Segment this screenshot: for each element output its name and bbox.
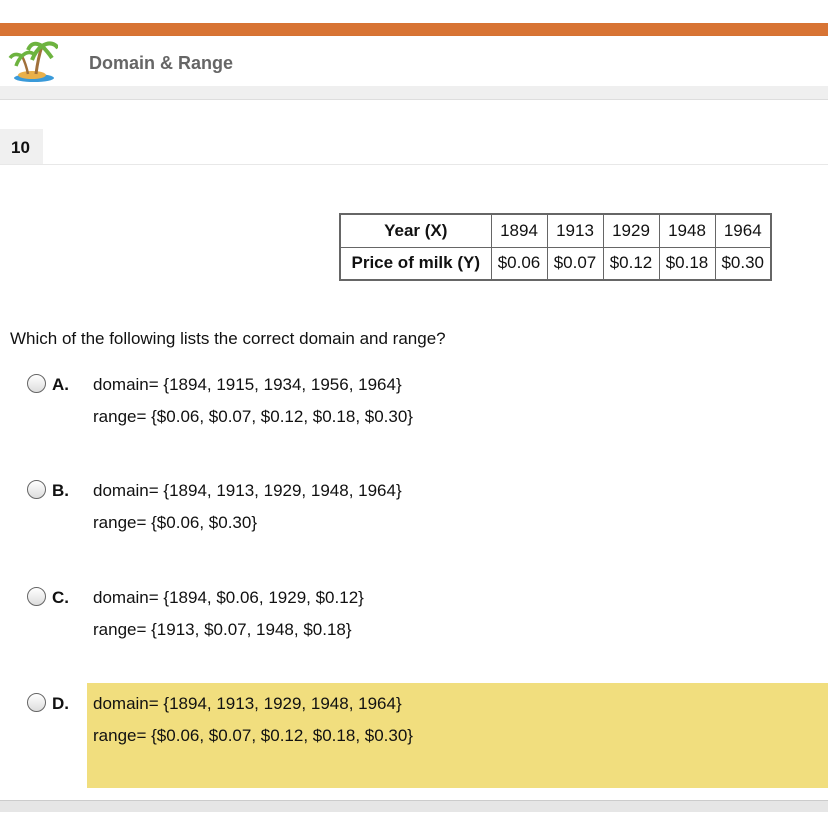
option-letter: D. — [52, 694, 69, 713]
question-number: 10 — [0, 129, 43, 164]
table-cell: 1913 — [546, 213, 604, 248]
option-letter: B. — [52, 481, 69, 500]
row-header: Price of milk (Y) — [339, 246, 492, 281]
option-range: range= {$0.06, $0.30} — [93, 513, 258, 532]
table-cell: 1929 — [602, 213, 660, 248]
option-letter: A. — [52, 375, 69, 394]
table-cell: $0.30 — [714, 246, 772, 281]
radio-button[interactable] — [27, 587, 46, 606]
option-domain: domain= {1894, 1913, 1929, 1948, 1964} — [93, 481, 402, 500]
table-cell: 1948 — [658, 213, 716, 248]
row-header: Year (X) — [339, 213, 492, 248]
table-cell: $0.18 — [658, 246, 716, 281]
footer-bar — [0, 800, 828, 812]
page-title: Domain & Range — [89, 53, 234, 73]
toolbar-strip — [0, 86, 828, 100]
option-domain: domain= {1894, $0.06, 1929, $0.12} — [93, 588, 364, 607]
data-table: Year (X) 1894 1913 1929 1948 1964 Price … — [339, 213, 772, 281]
divider — [0, 164, 828, 165]
palm-island-logo-icon — [8, 41, 58, 82]
accent-bar — [0, 23, 828, 36]
table-cell: 1894 — [490, 213, 548, 248]
radio-button[interactable] — [27, 480, 46, 499]
table-row: Price of milk (Y) $0.06 $0.07 $0.12 $0.1… — [339, 246, 772, 281]
top-margin — [0, 0, 828, 23]
option-range: range= {$0.06, $0.07, $0.12, $0.18, $0.3… — [93, 726, 413, 745]
table-cell: 1964 — [714, 213, 772, 248]
table-cell: $0.06 — [490, 246, 548, 281]
radio-button[interactable] — [27, 374, 46, 393]
question-prompt: Which of the following lists the correct… — [10, 329, 446, 348]
option-range: range= {1913, $0.07, 1948, $0.18} — [93, 620, 352, 639]
table-row: Year (X) 1894 1913 1929 1948 1964 — [339, 213, 772, 248]
table-cell: $0.07 — [546, 246, 604, 281]
table-cell: $0.12 — [602, 246, 660, 281]
option-domain: domain= {1894, 1913, 1929, 1948, 1964} — [93, 694, 402, 713]
header: Domain & Range — [0, 36, 828, 86]
option-domain: domain= {1894, 1915, 1934, 1956, 1964} — [93, 375, 402, 394]
option-letter: C. — [52, 588, 69, 607]
option-range: range= {$0.06, $0.07, $0.12, $0.18, $0.3… — [93, 407, 413, 426]
radio-button[interactable] — [27, 693, 46, 712]
